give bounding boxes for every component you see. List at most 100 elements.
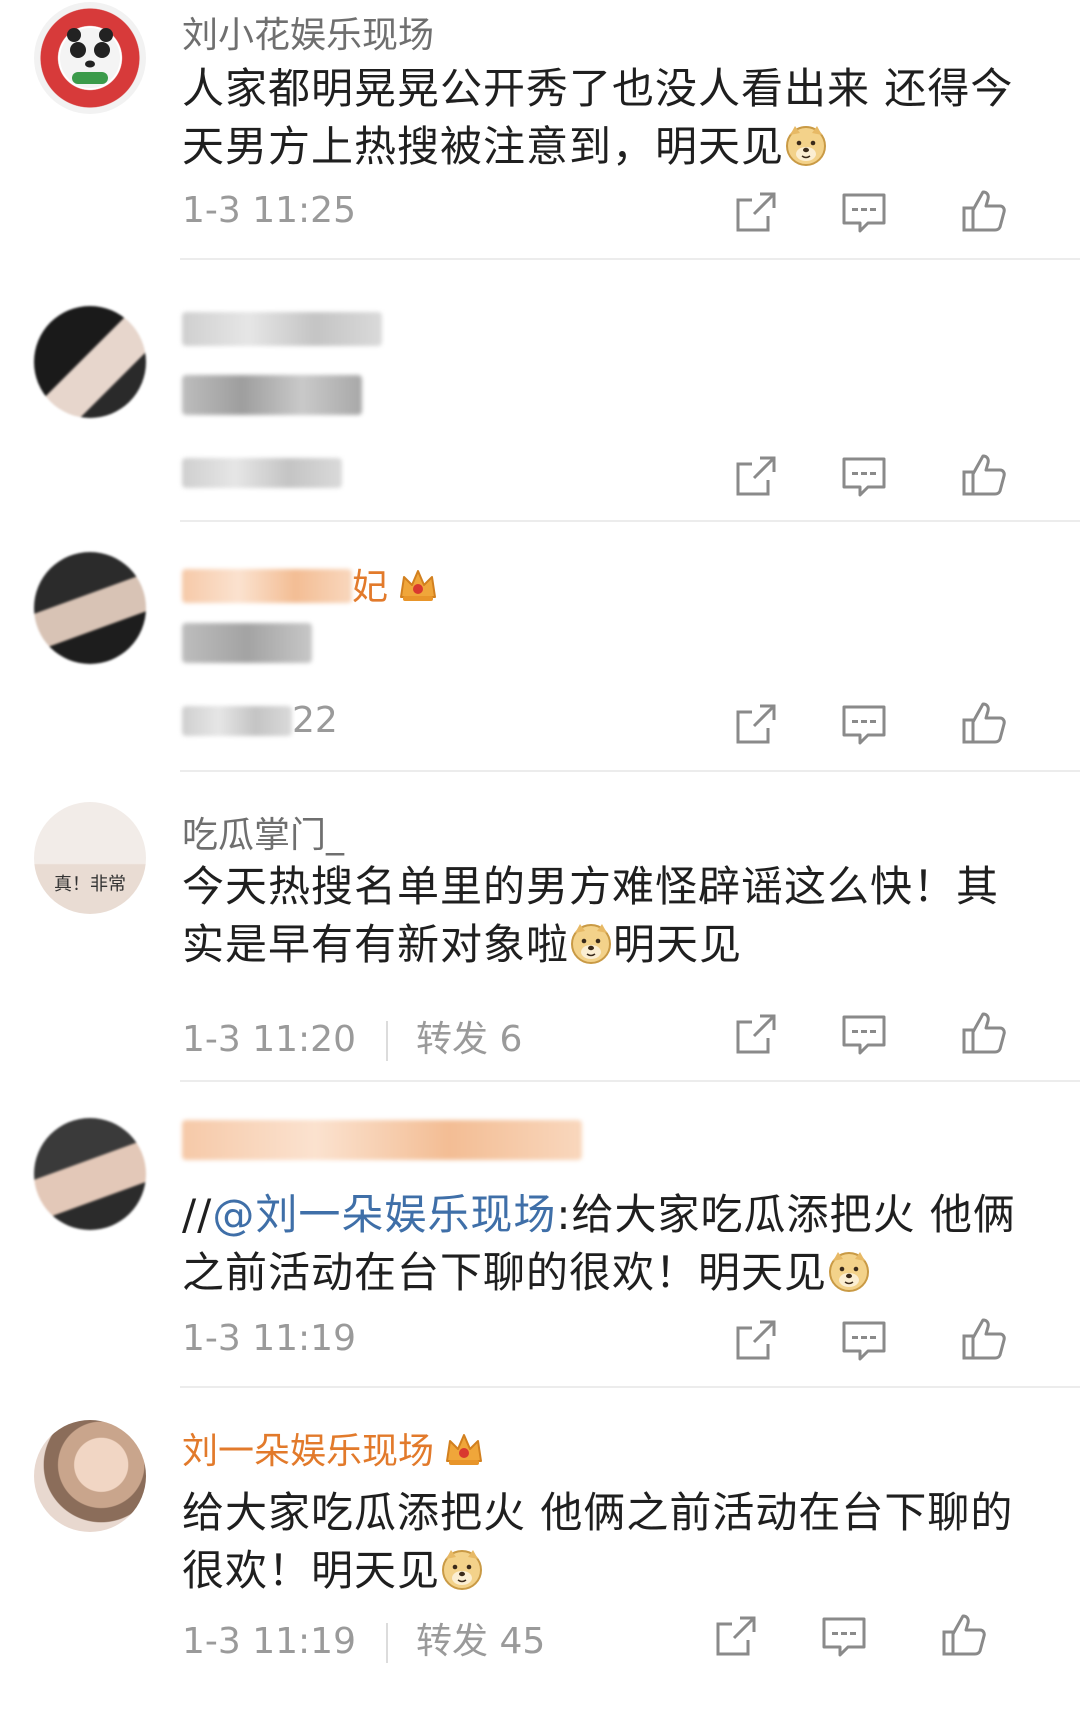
- comment-item: 刘一朵娱乐现场 给大家吃瓜添把火 他俩之前活动在台下聊的很欢！明天见 1-3 1…: [0, 1388, 1080, 1712]
- comment-feed: 刘小花娱乐现场 人家都明晃晃公开秀了也没人看出来 还得今天男方上热搜被注意到，明…: [0, 0, 1080, 1712]
- comment-text: [182, 620, 1032, 678]
- repost-count[interactable]: 转发 6: [416, 1019, 522, 1060]
- like-icon: [938, 1610, 990, 1662]
- action-bar: [730, 186, 1040, 238]
- share-button[interactable]: [730, 450, 782, 502]
- reply-button[interactable]: [838, 186, 890, 238]
- username[interactable]: 吃瓜掌门_: [182, 806, 344, 858]
- comment-text-body: 给大家吃瓜添把火 他俩之前活动在台下聊的很欢！明天见: [182, 1488, 1014, 1595]
- comment-meta: 1-3 11:20 转发 6: [182, 1010, 522, 1062]
- blurred-username: [182, 1120, 582, 1160]
- blurred-text: [182, 375, 362, 415]
- meta-separator: [386, 1021, 388, 1061]
- username[interactable]: [182, 312, 382, 355]
- blurred-text: [182, 623, 312, 663]
- reply-button[interactable]: [838, 698, 890, 750]
- like-icon: [958, 450, 1010, 502]
- comment-time: 1-3 11:19: [182, 1621, 356, 1662]
- username-label: 刘一朵娱乐现场: [182, 1431, 435, 1472]
- comment-icon: [838, 1314, 890, 1366]
- action-bar: [730, 450, 1040, 502]
- comment-item: 刘小花娱乐现场 人家都明晃晃公开秀了也没人看出来 还得今天男方上热搜被注意到，明…: [0, 0, 1080, 260]
- mention-link[interactable]: @刘一朵娱乐现场: [212, 1190, 556, 1239]
- like-button[interactable]: [938, 1610, 990, 1662]
- action-bar: [730, 698, 1040, 750]
- reply-button[interactable]: [838, 1008, 890, 1060]
- avatar[interactable]: [34, 1118, 146, 1230]
- share-icon: [730, 186, 782, 238]
- repost-count[interactable]: 转发 45: [416, 1621, 545, 1662]
- reply-button[interactable]: [818, 1610, 870, 1662]
- action-bar: [730, 1008, 1040, 1060]
- reply-button[interactable]: [838, 450, 890, 502]
- avatar-caption: 真！非常: [54, 874, 126, 895]
- avatar[interactable]: [34, 552, 146, 664]
- doge-emoji-icon: [827, 1249, 871, 1293]
- repost-prefix: //: [182, 1190, 213, 1239]
- comment-icon: [838, 186, 890, 238]
- comment-text: 给大家吃瓜添把火 他俩之前活动在台下聊的很欢！明天见: [182, 1484, 1032, 1600]
- share-button[interactable]: [730, 1314, 782, 1366]
- comment-item: 真！非常 吃瓜掌门_ 今天热搜名单里的男方难怪辟谣这么快！其实是早有有新对象啦明…: [0, 772, 1080, 1082]
- blurred-username: [182, 569, 352, 603]
- comment-text-tail: 明天见: [613, 920, 743, 969]
- panda-logo-icon: [60, 28, 120, 88]
- vip-crown-icon: [398, 567, 438, 603]
- username[interactable]: [182, 1120, 582, 1169]
- username[interactable]: 刘一朵娱乐现场: [182, 1422, 484, 1474]
- comment-time: 1-3 11:25: [182, 190, 356, 231]
- share-icon: [730, 450, 782, 502]
- blurred-username: [182, 312, 382, 346]
- share-button[interactable]: [730, 186, 782, 238]
- share-icon: [730, 1008, 782, 1060]
- meta-separator: [386, 1623, 388, 1663]
- blurred-time: [182, 706, 292, 736]
- comment-icon: [838, 1008, 890, 1060]
- like-icon: [958, 186, 1010, 238]
- share-icon: [730, 1314, 782, 1366]
- reply-button[interactable]: [838, 1314, 890, 1366]
- comment-time-visible: 22: [292, 700, 338, 741]
- doge-emoji-icon: [440, 1547, 484, 1591]
- username[interactable]: 妃: [182, 558, 438, 610]
- like-icon: [958, 698, 1010, 750]
- comment-time: [182, 456, 342, 497]
- comment-time: 22: [182, 700, 338, 741]
- avatar[interactable]: [34, 1420, 146, 1532]
- comment-text: 今天热搜名单里的男方难怪辟谣这么快！其实是早有有新对象啦 明天见: [182, 858, 1032, 974]
- comment-item: //@刘一朵娱乐现场:给大家吃瓜添把火 他俩之前活动在台下聊的很欢！明天见 1-…: [0, 1082, 1080, 1388]
- action-bar: [730, 1314, 1040, 1366]
- blurred-time: [182, 458, 342, 488]
- share-button[interactable]: [730, 698, 782, 750]
- comment-icon: [818, 1610, 870, 1662]
- avatar[interactable]: 真！非常: [34, 802, 146, 914]
- comment-text-body: 人家都明晃晃公开秀了也没人看出来 还得今天男方上热搜被注意到，明天见: [182, 64, 1014, 171]
- avatar[interactable]: [34, 2, 146, 114]
- doge-emoji-icon: [569, 921, 613, 965]
- share-icon: [730, 698, 782, 750]
- like-button[interactable]: [958, 1008, 1010, 1060]
- share-icon: [710, 1610, 762, 1662]
- like-button[interactable]: [958, 186, 1010, 238]
- comment-text: 人家都明晃晃公开秀了也没人看出来 还得今天男方上热搜被注意到，明天见: [182, 60, 1032, 176]
- like-button[interactable]: [958, 698, 1010, 750]
- comment-text: [182, 372, 1032, 430]
- username[interactable]: 刘小花娱乐现场: [182, 6, 434, 58]
- username-visible-part: 妃: [352, 567, 389, 608]
- comment-time: 1-3 11:19: [182, 1318, 356, 1359]
- comment-icon: [838, 450, 890, 502]
- share-button[interactable]: [710, 1610, 762, 1662]
- like-icon: [958, 1008, 1010, 1060]
- action-bar: [710, 1610, 1020, 1662]
- comment-item: 妃 22: [0, 522, 1080, 772]
- comment-icon: [838, 698, 890, 750]
- like-icon: [958, 1314, 1010, 1366]
- doge-emoji-icon: [784, 123, 828, 167]
- share-button[interactable]: [730, 1008, 782, 1060]
- like-button[interactable]: [958, 450, 1010, 502]
- comment-meta: 1-3 11:19 转发 45: [182, 1612, 545, 1664]
- comment-item: [0, 260, 1080, 522]
- like-button[interactable]: [958, 1314, 1010, 1366]
- avatar[interactable]: [34, 306, 146, 418]
- comment-text: //@刘一朵娱乐现场:给大家吃瓜添把火 他俩之前活动在台下聊的很欢！明天见: [182, 1186, 1032, 1302]
